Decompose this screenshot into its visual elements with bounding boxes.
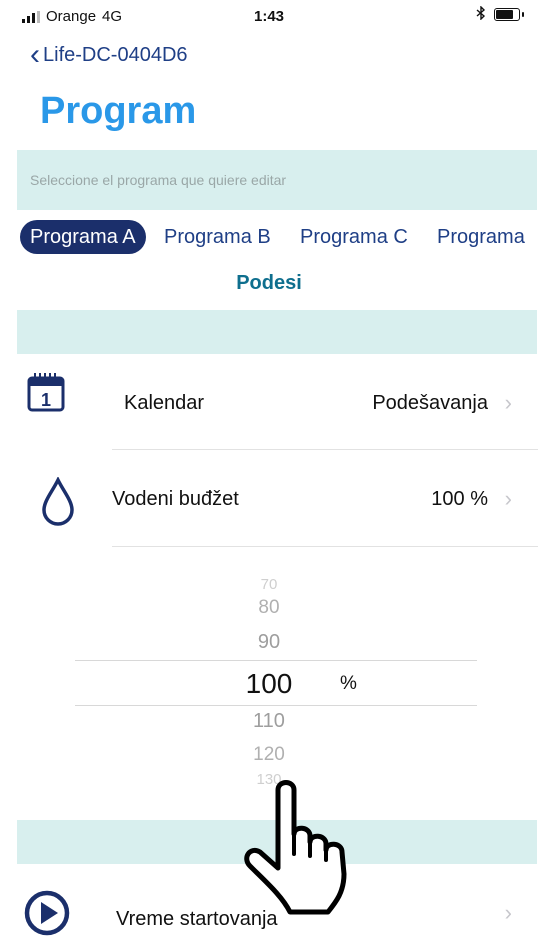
status-time: 1:43: [253, 8, 285, 25]
tab-programa-c[interactable]: Programa C: [300, 220, 408, 254]
chevron-left-icon: ‹: [30, 38, 40, 71]
water-budget-label: Vodeni buđžet: [112, 488, 239, 510]
tab-programa-b[interactable]: Programa B: [164, 220, 271, 254]
water-drop-icon: [42, 477, 74, 526]
back-label: Life-DC-0404D6: [43, 43, 188, 66]
page-title: Program: [40, 90, 197, 132]
pointing-hand-icon: [244, 780, 347, 915]
calendar-row[interactable]: 1 Kalendar Podešavanja ›: [0, 354, 538, 449]
picker-unit: %: [340, 673, 357, 694]
chevron-right-icon: ›: [504, 390, 512, 415]
row-divider: [112, 546, 538, 547]
back-button[interactable]: ‹ Life-DC-0404D6: [30, 38, 188, 71]
picker-option[interactable]: 90: [0, 631, 538, 654]
picker-selected-value[interactable]: 100: [0, 668, 538, 700]
battery-icon: [494, 8, 524, 21]
section-title: Podesi: [236, 272, 302, 294]
water-budget-value: 100 %: [431, 488, 488, 510]
tab-programa-a[interactable]: Programa A: [20, 220, 146, 254]
picker-option[interactable]: 120: [0, 744, 538, 766]
picker-selection-line: [75, 660, 477, 661]
picker-option[interactable]: 110: [0, 710, 538, 733]
water-budget-row[interactable]: Vodeni buđžet 100 % ›: [0, 450, 538, 546]
calendar-day: 1: [41, 390, 51, 410]
picker-selection-line: [75, 705, 477, 706]
status-bar: Orange 4G 1:43: [0, 0, 538, 34]
picker-option[interactable]: 70: [0, 576, 538, 593]
calendar-icon: 1: [27, 373, 65, 412]
chevron-right-icon: ›: [504, 900, 512, 925]
calendar-label: Kalendar: [124, 392, 205, 414]
tab-programa-d[interactable]: Programa: [437, 220, 525, 254]
hint-banner: Seleccione el programa que quiere editar: [17, 150, 537, 210]
chevron-right-icon: ›: [504, 486, 512, 511]
bluetooth-icon: [476, 5, 486, 23]
play-icon: [24, 890, 70, 936]
program-tabs: Programa A Programa B Programa C Program…: [0, 218, 538, 256]
section-separator: [17, 310, 537, 354]
calendar-value: Podešavanja: [372, 392, 488, 414]
picker-option[interactable]: 80: [0, 597, 538, 619]
hint-text: Seleccione el programa que quiere editar: [30, 172, 287, 188]
